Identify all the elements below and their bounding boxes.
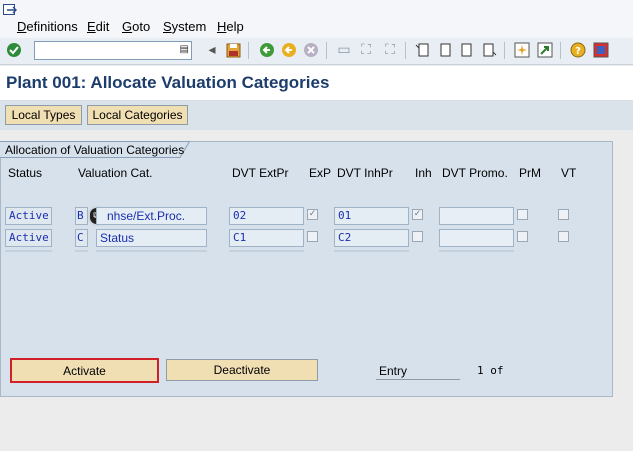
local-categories-button[interactable]: Local Categories [87,105,188,125]
back-icon[interactable] [258,41,276,59]
col-dvt-extpr-header: DVT ExtPr [232,166,289,180]
col-dvt-inhpr-header: DVT InhPr [337,166,393,180]
row2-prm-checkbox[interactable] [517,231,528,242]
row2-dvt-inhpr-field[interactable]: C2 [334,229,409,247]
local-types-button[interactable]: Local Types [5,105,82,125]
menu-definitions[interactable]: Definitions [17,19,78,34]
enter-icon[interactable] [5,41,23,59]
col-prm-header: PrM [519,166,541,180]
history-dropdown-icon[interactable]: ▤ [180,44,189,55]
row1-exp-checkbox[interactable]: ✓ [307,209,318,220]
collapse-icon[interactable]: ◂ [203,41,221,59]
menu-edit[interactable]: Edit [87,19,109,34]
col-inh-header: Inh [415,166,432,180]
row3-description-edge [96,250,207,252]
standard-toolbar: ▤ ◂ ▭ ⛶ ⛶ ? [0,38,633,65]
entry-count: 1 of [477,364,504,377]
row1-dvt-extpr-field[interactable]: 02 [229,207,304,225]
deactivate-button[interactable]: Deactivate [166,359,318,381]
entry-underline [376,379,460,380]
last-page-icon[interactable] [480,41,498,59]
system-menu-icon[interactable] [3,4,17,16]
row1-inh-checkbox[interactable]: ✓ [412,209,423,220]
row2-exp-checkbox[interactable] [307,231,318,242]
help-icon[interactable]: ? [569,41,587,59]
col-dvt-promo-header: DVT Promo. [442,166,508,180]
row1-vt-checkbox[interactable] [558,209,569,220]
entry-label: Entry [379,364,408,378]
row1-valuation-description[interactable]: nhse/Ext.Proc. [96,207,207,225]
find-next-icon[interactable]: ⛶ [381,41,399,59]
panel-title: Allocation of Valuation Categories [5,143,185,157]
row2-inh-checkbox[interactable] [412,231,423,242]
page-title: Plant 001: Allocate Valuation Categories [6,73,330,92]
row3-extpr-edge [229,250,304,252]
activate-button[interactable]: Activate [10,358,159,383]
create-session-icon[interactable] [513,41,531,59]
row2-status: Active [5,229,52,247]
menu-goto[interactable]: Goto [122,19,150,34]
row2-dvt-promo-field[interactable] [439,229,514,247]
col-valuation-cat-header: Valuation Cat. [78,166,153,180]
row2-dvt-extpr-field[interactable]: C1 [229,229,304,247]
row1-dvt-inhpr-field[interactable]: 01 [334,207,409,225]
customize-layout-icon[interactable] [592,41,610,59]
row2-vt-checkbox[interactable] [558,231,569,242]
find-icon[interactable]: ⛶ [357,41,375,59]
svg-text:?: ? [575,46,581,57]
col-vt-header: VT [561,166,577,180]
row3-promo-edge [439,250,514,252]
command-field[interactable]: ▤ [34,41,192,60]
row1-dvt-promo-field[interactable] [439,207,514,225]
print-icon[interactable]: ▭ [335,41,353,59]
menu-help[interactable]: Help [217,19,244,34]
shortcut-icon[interactable] [536,41,554,59]
row3-inhpr-edge [334,250,409,252]
row3-status-edge [5,250,52,252]
row3-code-edge [75,250,88,252]
save-icon[interactable] [224,41,242,59]
col-exp-header: ExP [309,166,332,180]
previous-page-icon[interactable] [436,41,454,59]
first-page-icon[interactable] [414,41,432,59]
row1-valuation-code[interactable]: B [75,207,88,225]
menu-system[interactable]: System [163,19,206,34]
exit-icon[interactable] [280,41,298,59]
row2-valuation-description[interactable]: Status [96,229,207,247]
row2-valuation-code[interactable]: C [75,229,88,247]
row1-prm-checkbox[interactable] [517,209,528,220]
cancel-icon[interactable] [302,41,320,59]
row1-status: Active [5,207,52,225]
col-status-header: Status [8,166,43,180]
next-page-icon[interactable] [458,41,476,59]
